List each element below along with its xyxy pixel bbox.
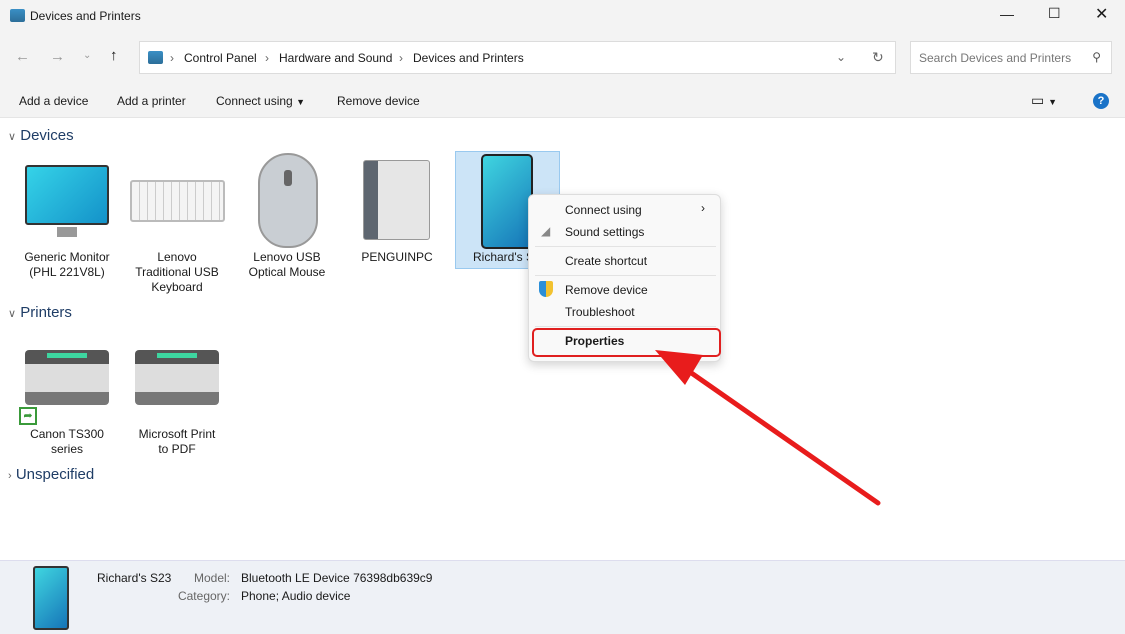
model-value: Bluetooth LE Device 76398db639c9	[241, 571, 433, 585]
category-label: Category:	[177, 589, 230, 603]
phone-thumbnail-icon	[33, 566, 69, 630]
model-label: Model:	[193, 571, 230, 585]
details-pane: Richard's S23 Model: Bluetooth LE Device…	[0, 560, 1125, 634]
category-value: Phone; Audio device	[241, 589, 351, 603]
annotation-arrow	[655, 350, 881, 506]
